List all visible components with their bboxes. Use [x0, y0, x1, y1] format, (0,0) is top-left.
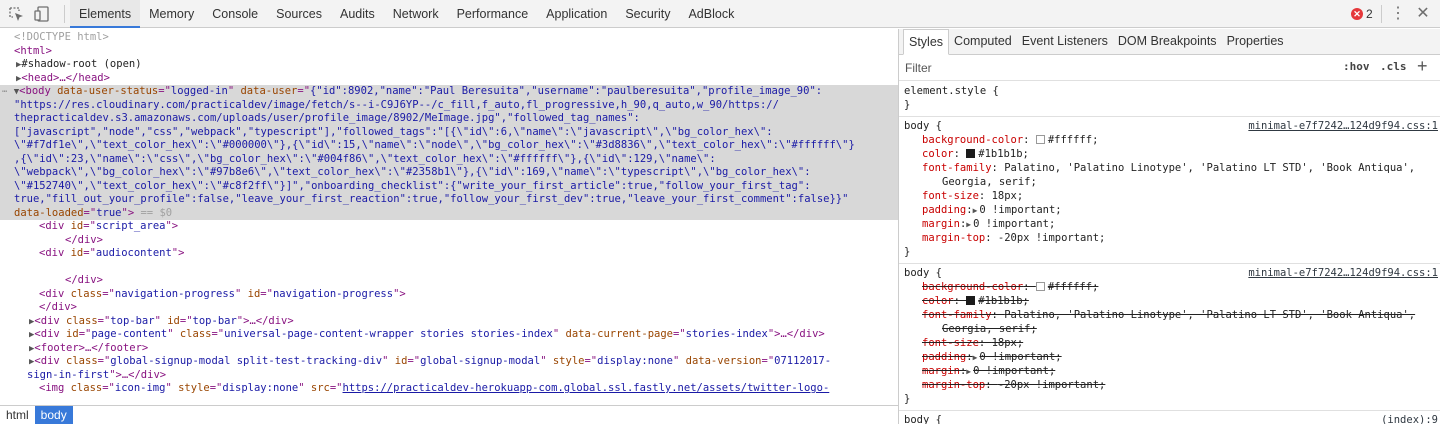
- breadcrumb-html[interactable]: html: [0, 406, 35, 424]
- tab-event-listeners[interactable]: Event Listeners: [1017, 29, 1113, 55]
- tab-audits[interactable]: Audits: [331, 0, 384, 28]
- dom-node-icon-img[interactable]: <img class="icon-img" style="display:non…: [0, 382, 898, 396]
- error-icon: ✕: [1351, 8, 1363, 20]
- decl-padding-overridden[interactable]: padding:▶ 0 !important;: [904, 350, 1440, 364]
- device-toolbar-icon[interactable]: [34, 6, 50, 22]
- expand-triangle-icon[interactable]: ▶: [973, 351, 978, 365]
- panel-tabs: Elements Memory Console Sources Audits N…: [70, 0, 743, 28]
- dom-node-script-area[interactable]: <div id="script_area">: [0, 220, 898, 234]
- decl-font-family-overridden[interactable]: font-family: Palatino, 'Palatino Linotyp…: [904, 308, 1440, 322]
- tab-sources[interactable]: Sources: [267, 0, 331, 28]
- dom-node-signup-modal[interactable]: ▶<div class="global-signup-modal split-t…: [0, 355, 898, 369]
- rule-body-index: body { (index):9: [899, 411, 1440, 424]
- tab-memory[interactable]: Memory: [140, 0, 203, 28]
- ellipsis-icon: ⋯: [2, 87, 8, 97]
- close-icon[interactable]: ✕: [1416, 4, 1430, 24]
- img-src-link[interactable]: https://practicaldev-herokuapp-com.globa…: [343, 382, 830, 394]
- color-swatch-icon[interactable]: [966, 296, 976, 305]
- styles-filter-input[interactable]: [905, 59, 1205, 77]
- devtools-window: Elements Memory Console Sources Audits N…: [0, 0, 1440, 424]
- decl-background-color-overridden[interactable]: background-color: #ffffff;: [904, 280, 1440, 294]
- dom-node-signup-modal-cont[interactable]: sign-in-first">…</div>: [0, 369, 898, 383]
- tab-properties[interactable]: Properties: [1222, 29, 1289, 55]
- color-swatch-icon[interactable]: [1035, 282, 1045, 291]
- rule-close-brace: }: [904, 99, 911, 111]
- styles-filter-bar: :hov .cls +: [899, 55, 1440, 81]
- more-options-icon[interactable]: ⋮: [1390, 4, 1406, 24]
- tab-security[interactable]: Security: [616, 0, 679, 28]
- rule-source-link[interactable]: minimal-e7f7242…124d9f94.css:1: [1248, 119, 1438, 133]
- rule-source-link[interactable]: minimal-e7f7242…124d9f94.css:1: [1248, 266, 1438, 280]
- decl-color[interactable]: color: #1b1b1b;: [904, 147, 1440, 161]
- rule-close-brace: }: [904, 393, 911, 405]
- dom-node-close-div[interactable]: </div>: [0, 301, 898, 315]
- rule-body-overridden: body { minimal-e7f7242…124d9f94.css:1 ba…: [899, 264, 1440, 411]
- new-rule-button[interactable]: +: [1417, 56, 1428, 76]
- styles-sidebar: Styles Computed Event Listeners DOM Brea…: [899, 29, 1440, 424]
- tab-dom-breakpoints[interactable]: DOM Breakpoints: [1113, 29, 1222, 55]
- color-swatch-icon[interactable]: [966, 149, 976, 158]
- error-count: 2: [1366, 7, 1373, 21]
- decl-background-color[interactable]: background-color: #ffffff;: [904, 133, 1440, 147]
- rule-element-style: element.style { }: [899, 82, 1440, 117]
- decl-font-family-cont: Georgia, serif;: [942, 176, 1037, 188]
- dom-node-html[interactable]: <html>: [0, 45, 898, 59]
- decl-margin-overridden[interactable]: margin:▶ 0 !important;: [904, 364, 1440, 378]
- decl-padding[interactable]: padding:▶ 0 !important;: [904, 203, 1440, 217]
- dom-node-footer[interactable]: ▶<footer>…</footer>: [0, 342, 898, 356]
- dom-node-body-selected[interactable]: ⋯ ▼<body data-user-status="logged-in" da…: [0, 85, 898, 220]
- tab-styles[interactable]: Styles: [903, 29, 950, 55]
- decl-font-size-overridden[interactable]: font-size: 18px;: [904, 336, 1440, 350]
- tab-application[interactable]: Application: [537, 0, 616, 28]
- decl-font-family[interactable]: font-family: Palatino, 'Palatino Linotyp…: [904, 161, 1440, 175]
- hover-state-toggle[interactable]: :hov: [1343, 60, 1370, 73]
- rule-selector[interactable]: body {: [904, 413, 1440, 424]
- decl-color-overridden[interactable]: color: #1b1b1b;: [904, 294, 1440, 308]
- rule-close-brace: }: [904, 246, 911, 258]
- style-rules: element.style { } body { minimal-e7f7242…: [899, 82, 1440, 424]
- dom-node-audiocontent[interactable]: <div id="audiocontent">: [0, 247, 898, 261]
- expand-triangle-icon[interactable]: ▶: [973, 204, 978, 218]
- toolbar-divider: [1381, 5, 1382, 23]
- dom-node-shadow-root[interactable]: ▶#shadow-root (open): [0, 58, 898, 72]
- tab-network[interactable]: Network: [384, 0, 448, 28]
- color-swatch-icon[interactable]: [1035, 135, 1045, 144]
- devtools-toolbar: Elements Memory Console Sources Audits N…: [0, 0, 1440, 28]
- dom-tree: <!DOCTYPE html> <html> ▶#shadow-root (op…: [0, 29, 898, 405]
- decl-margin-top-overridden[interactable]: margin-top: -20px !important;: [904, 378, 1440, 392]
- rule-selector[interactable]: element.style {: [904, 84, 1440, 98]
- tab-adblock[interactable]: AdBlock: [679, 0, 743, 28]
- dom-node-head[interactable]: ▶<head>…</head>: [0, 72, 898, 86]
- tab-console[interactable]: Console: [203, 0, 267, 28]
- sidebar-tabs: Styles Computed Event Listeners DOM Brea…: [899, 29, 1440, 55]
- expand-triangle-icon[interactable]: ▶: [966, 218, 971, 232]
- breadcrumb-body[interactable]: body: [34, 405, 73, 424]
- inspect-element-icon[interactable]: [8, 6, 24, 22]
- decl-margin[interactable]: margin:▶ 0 !important;: [904, 217, 1440, 231]
- decl-font-size[interactable]: font-size: 18px;: [904, 189, 1440, 203]
- error-counter[interactable]: ✕ 2: [1351, 6, 1373, 22]
- tab-elements[interactable]: Elements: [70, 0, 141, 28]
- dom-node-doctype[interactable]: <!DOCTYPE html>: [0, 31, 898, 45]
- dom-node-close-div[interactable]: </div>: [0, 234, 898, 248]
- dom-node-close-div[interactable]: </div>: [0, 274, 898, 288]
- tab-performance[interactable]: Performance: [448, 0, 538, 28]
- dom-node-page-content[interactable]: ▶<div id="page-content" class="universal…: [0, 328, 898, 342]
- toolbar-divider: [64, 5, 65, 23]
- dom-node-top-bar[interactable]: ▶<div class="top-bar" id="top-bar">…</di…: [0, 315, 898, 329]
- breadcrumb: html body: [0, 405, 898, 424]
- tab-computed[interactable]: Computed: [949, 29, 1017, 55]
- decl-margin-top[interactable]: margin-top: -20px !important;: [904, 231, 1440, 245]
- class-toggle[interactable]: .cls: [1380, 60, 1407, 73]
- rule-source-link[interactable]: (index):9: [1381, 413, 1438, 424]
- expand-triangle-icon[interactable]: ▶: [966, 365, 971, 379]
- decl-font-family-cont: Georgia, serif;: [942, 323, 1037, 335]
- rule-body-minimal: body { minimal-e7f7242…124d9f94.css:1 ba…: [899, 117, 1440, 264]
- dom-node-navigation-progress[interactable]: <div class="navigation-progress" id="nav…: [0, 288, 898, 302]
